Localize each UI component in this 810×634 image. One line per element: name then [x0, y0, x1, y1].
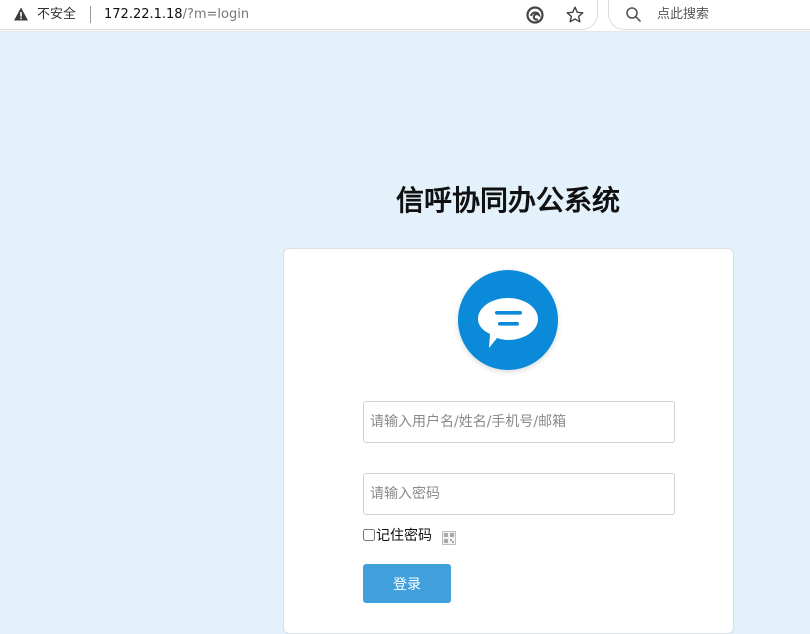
password-input[interactable]	[363, 473, 675, 515]
username-input[interactable]	[363, 401, 675, 443]
url-text[interactable]: 172.22.1.18/?m=login	[104, 6, 249, 23]
reader-mode-icon[interactable]	[525, 5, 545, 25]
remember-password-checkbox[interactable]	[363, 529, 375, 541]
security-status-label[interactable]: 不安全	[37, 6, 76, 23]
address-separator	[90, 6, 91, 23]
login-card: 记住密码 登录	[283, 248, 734, 634]
browser-toolbar: 不安全 172.22.1.18/?m=login 点此搜索	[0, 0, 810, 32]
warning-icon[interactable]	[13, 6, 29, 22]
favorite-star-icon[interactable]	[565, 5, 585, 25]
search-placeholder[interactable]: 点此搜索	[657, 6, 709, 23]
qrcode-icon[interactable]	[442, 530, 456, 545]
chat-bubble-icon	[458, 270, 558, 370]
browser-search-box[interactable]: 点此搜索	[608, 0, 810, 30]
search-icon	[625, 6, 642, 23]
url-path: /?m=login	[182, 7, 250, 22]
address-bar[interactable]: 不安全 172.22.1.18/?m=login	[0, 0, 598, 30]
remember-password-label[interactable]: 记住密码	[376, 527, 432, 545]
page-title: 信呼协同办公系统	[395, 184, 620, 217]
login-button[interactable]: 登录	[363, 564, 451, 603]
url-host: 172.22.1.18	[104, 7, 183, 22]
